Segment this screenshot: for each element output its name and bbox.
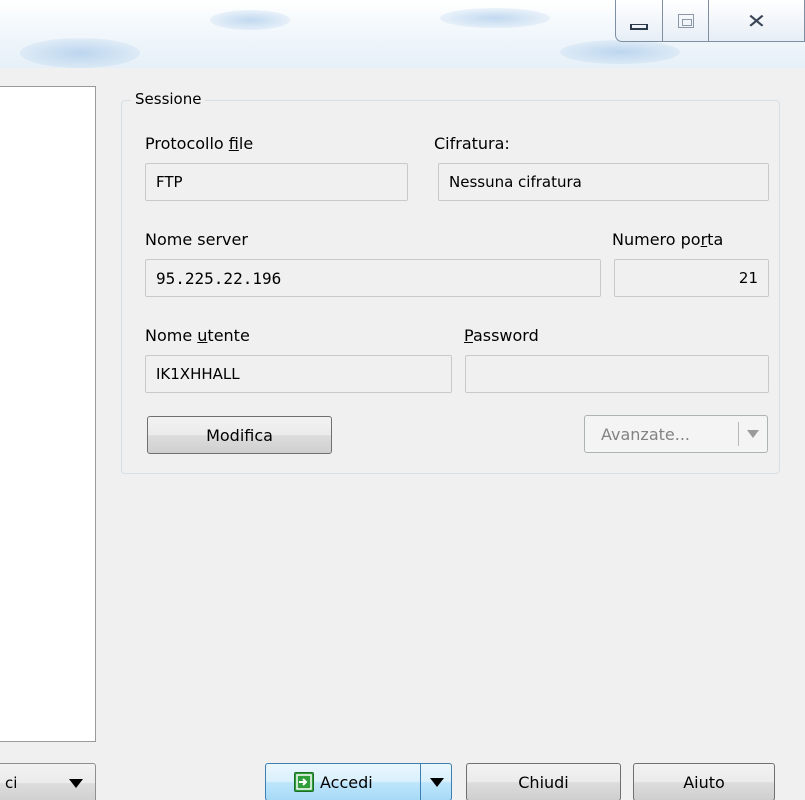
site-manager-dropdown-label: ci — [5, 774, 18, 792]
user-label: Nome utente — [145, 326, 250, 345]
password-label: Password — [464, 326, 539, 345]
edit-button-label: Modifica — [206, 425, 273, 445]
close-button[interactable]: ✕ — [709, 0, 805, 42]
server-value: 95.225.22.196 — [156, 268, 282, 288]
login-button[interactable]: Accedi — [265, 763, 452, 800]
close-dialog-button[interactable]: Chiudi — [466, 763, 621, 800]
chevron-down-icon — [69, 779, 83, 788]
chevron-down-icon[interactable] — [430, 778, 444, 787]
login-button-label: Accedi — [320, 772, 373, 792]
user-field[interactable]: IK1XHHALL — [145, 355, 452, 393]
chevron-down-icon — [747, 430, 759, 438]
advanced-button-divider — [738, 422, 739, 446]
port-field[interactable]: 21 — [614, 259, 769, 297]
protocol-label: Protocollo file — [145, 134, 254, 153]
login-icon — [294, 772, 314, 792]
advanced-button[interactable]: Avanzate... — [584, 415, 768, 453]
site-manager-dropdown[interactable]: ci — [0, 763, 96, 800]
encryption-field[interactable]: Nessuna cifratura — [438, 163, 769, 201]
site-list-panel[interactable] — [0, 86, 96, 742]
protocol-field[interactable]: FTP — [145, 163, 408, 201]
port-label: Numero porta — [612, 230, 724, 249]
window-controls: ✕ — [615, 0, 805, 42]
minimize-icon — [630, 23, 648, 30]
user-value: IK1XHHALL — [156, 365, 240, 383]
password-field[interactable] — [465, 355, 769, 393]
session-group-legend: Sessione — [131, 90, 206, 108]
title-bar: ✕ — [0, 0, 805, 68]
edit-button[interactable]: Modifica — [147, 416, 332, 454]
advanced-button-label: Avanzate... — [601, 424, 690, 444]
close-dialog-button-label: Chiudi — [518, 772, 569, 792]
close-icon: ✕ — [746, 8, 767, 33]
minimize-button[interactable] — [615, 0, 663, 42]
maximize-icon — [677, 13, 694, 28]
encryption-value: Nessuna cifratura — [449, 173, 582, 191]
server-label: Nome server — [145, 230, 248, 249]
protocol-value: FTP — [156, 173, 183, 191]
login-button-divider — [420, 764, 421, 800]
maximize-button[interactable] — [663, 0, 709, 42]
help-button-label: Aiuto — [683, 772, 725, 792]
help-button[interactable]: Aiuto — [633, 763, 775, 800]
port-value: 21 — [738, 269, 758, 287]
server-field[interactable]: 95.225.22.196 — [145, 259, 601, 297]
encryption-label: Cifratura: — [434, 134, 510, 153]
